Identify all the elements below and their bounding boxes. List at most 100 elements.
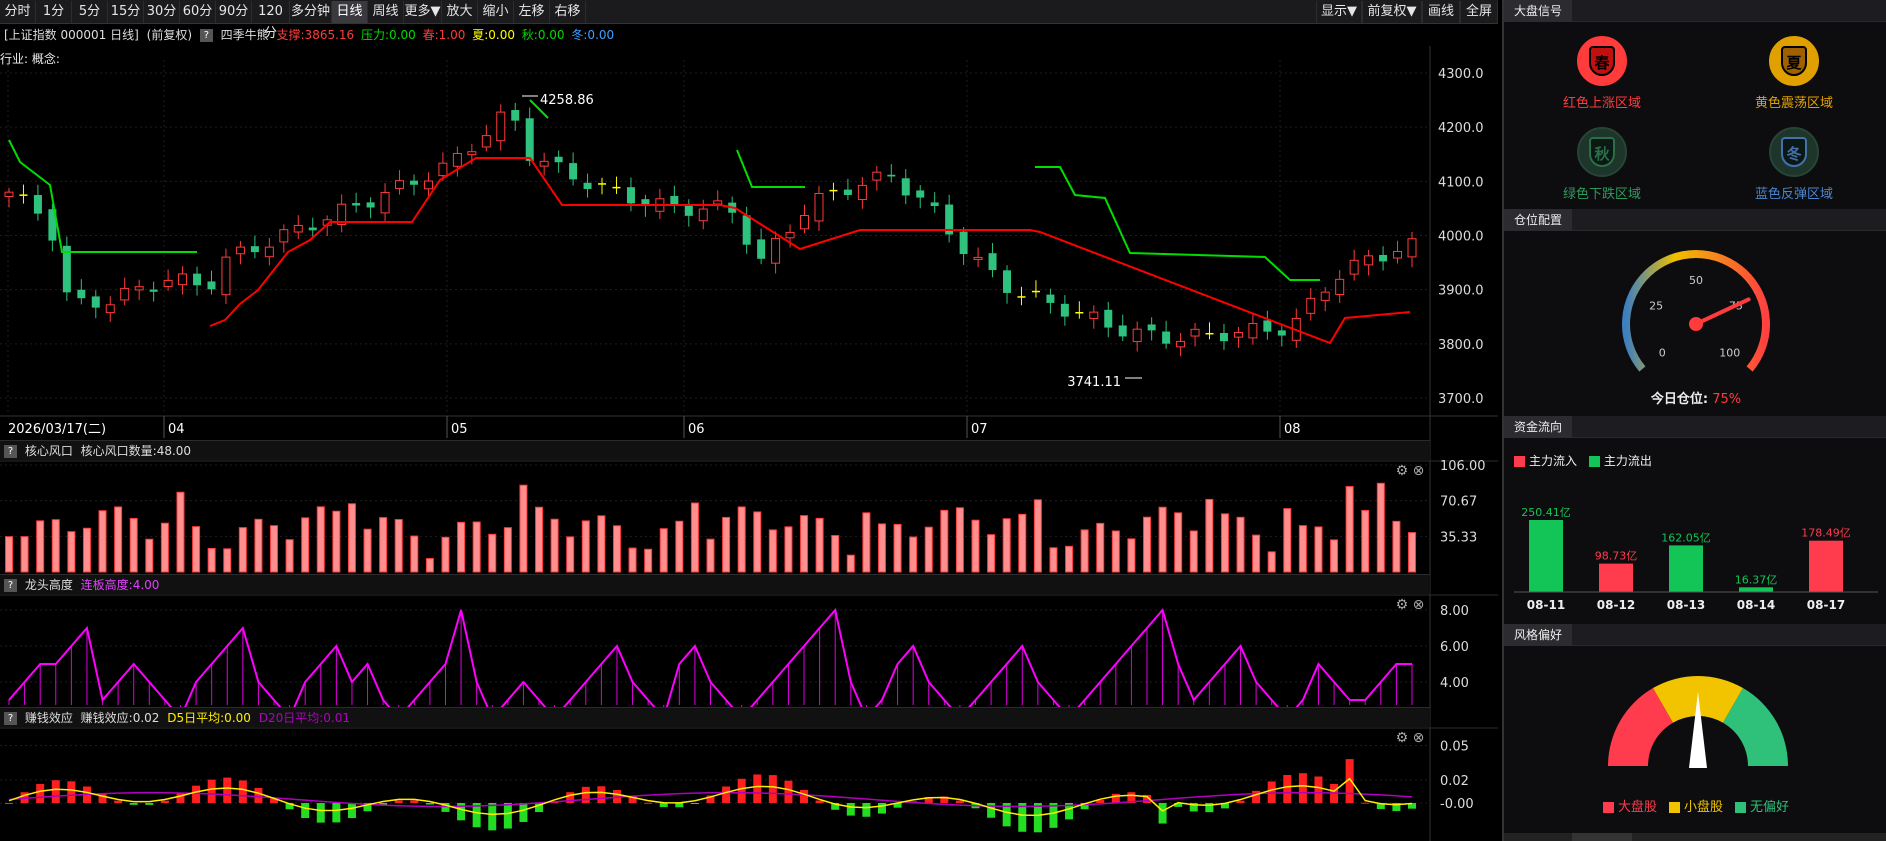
price-tick-label: 4300.0 xyxy=(1438,67,1484,82)
candle-body xyxy=(91,296,100,308)
core-bar xyxy=(924,526,933,573)
money-value: 赚钱效应:0.02 xyxy=(80,711,160,725)
core-title: 核心风口 xyxy=(24,444,73,458)
candle-body xyxy=(525,118,534,161)
toolbar-right-button[interactable]: 前复权▼ xyxy=(1362,1,1422,23)
candle-body xyxy=(973,256,983,260)
money-bar xyxy=(862,803,871,817)
period-button[interactable]: 日线 xyxy=(332,1,368,23)
period-button[interactable]: 右移 xyxy=(550,1,586,23)
candle-body xyxy=(771,237,781,264)
outflow-swatch xyxy=(1588,456,1600,467)
outflow-label: 主力流出 xyxy=(1603,454,1652,468)
month-label: 07 xyxy=(971,422,988,437)
period-button[interactable]: 5分 xyxy=(72,1,108,23)
style-section-title: 风格偏好 xyxy=(1504,624,1886,646)
period-button[interactable]: 缩小 xyxy=(478,1,514,23)
flow-value: 162.05亿 xyxy=(1661,531,1711,544)
period-button[interactable]: 60分 xyxy=(180,1,216,23)
money-bar xyxy=(581,786,590,803)
month-label: 06 xyxy=(688,422,705,437)
signal-section-title: 大盘信号 xyxy=(1504,0,1886,22)
core-bar xyxy=(1174,512,1183,573)
core-bar xyxy=(5,536,13,573)
money-bar xyxy=(1314,776,1323,803)
candle-body xyxy=(1031,290,1040,293)
period-button[interactable]: 90分 xyxy=(216,1,252,23)
period-button[interactable]: 1分 xyxy=(36,1,72,23)
toolbar-right-button[interactable]: 画线 xyxy=(1422,1,1460,23)
core-bar xyxy=(160,522,169,573)
core-bar xyxy=(394,519,403,573)
core-bar xyxy=(753,511,762,573)
period-button[interactable]: 30分 xyxy=(144,1,180,23)
toolbar-right-button[interactable]: 全屏 xyxy=(1460,1,1498,23)
panel-controls: ⚙ ⊗ xyxy=(1390,728,1430,748)
core-bar xyxy=(441,536,450,573)
flow-value: 250.41亿 xyxy=(1521,506,1571,519)
money-bar xyxy=(1236,800,1245,803)
dragon-value: 连板高度:4.00 xyxy=(80,578,160,592)
gear-icon[interactable]: ⚙ xyxy=(1396,463,1409,479)
period-button[interactable]: 分时 xyxy=(0,1,36,23)
help-icon[interactable]: ? xyxy=(4,445,17,458)
money-bar xyxy=(301,803,310,818)
money-bar xyxy=(800,789,809,803)
close-icon[interactable]: ⊗ xyxy=(1413,730,1425,746)
indicator-name: 四季牛熊 xyxy=(220,28,269,42)
period-button[interactable]: 多分钟 xyxy=(290,1,332,23)
autumn-value: 秋:0.00 xyxy=(521,28,565,42)
money-bar xyxy=(332,803,341,823)
candle-body xyxy=(1320,291,1330,301)
close-icon[interactable]: ⊗ xyxy=(1413,463,1425,479)
core-bar xyxy=(254,518,263,573)
period-button[interactable]: 更多▼ xyxy=(404,1,442,23)
candle-body xyxy=(539,160,549,167)
core-bar xyxy=(1283,508,1292,573)
period-button[interactable]: 15分 xyxy=(108,1,144,23)
candle-body xyxy=(235,246,245,255)
period-button[interactable]: 周线 xyxy=(368,1,404,23)
money-bar xyxy=(1252,790,1261,803)
gear-icon[interactable]: ⚙ xyxy=(1396,730,1409,746)
candle-body xyxy=(207,281,216,290)
help-icon[interactable]: ? xyxy=(4,579,17,592)
core-bar xyxy=(737,506,746,573)
candle-body xyxy=(1263,320,1272,332)
period-button[interactable]: 放大 xyxy=(442,1,478,23)
candle-body xyxy=(221,256,231,296)
dragon-series xyxy=(8,607,1413,721)
candle-body xyxy=(742,215,751,245)
candle-body xyxy=(684,204,693,216)
money-bar xyxy=(503,803,512,829)
price-tick-label: 4000.0 xyxy=(1438,230,1484,245)
gear-icon[interactable]: ⚙ xyxy=(1396,597,1409,613)
candle-body xyxy=(916,190,925,198)
flow-bar xyxy=(1599,563,1633,592)
core-tick-label: 70.67 xyxy=(1440,495,1477,510)
candle-body xyxy=(279,229,289,243)
close-icon[interactable]: ⊗ xyxy=(1413,597,1425,613)
candle-body xyxy=(19,194,28,196)
toolbar-right-button[interactable]: 显示▼ xyxy=(1316,1,1362,23)
help-icon[interactable]: ? xyxy=(4,712,17,725)
style-gauge xyxy=(1608,676,1788,768)
candle-body xyxy=(612,186,621,189)
gauge-tick-label: 25 xyxy=(1649,299,1663,312)
money-bar xyxy=(768,775,777,803)
money-bar xyxy=(114,800,123,803)
candle-body xyxy=(1233,331,1243,338)
core-bar xyxy=(1002,518,1011,573)
period-button[interactable]: 左移 xyxy=(514,1,550,23)
candle-body xyxy=(1147,324,1156,331)
money-bar xyxy=(987,803,996,818)
core-bar xyxy=(722,516,731,573)
period-button[interactable]: 120分 xyxy=(252,1,290,41)
low-price-label: 3741.11 xyxy=(1067,375,1121,390)
money-bar xyxy=(238,780,247,803)
help-icon[interactable]: ? xyxy=(199,29,213,42)
season-icon: 秋 xyxy=(1577,127,1627,177)
candle-body xyxy=(33,195,42,214)
flow-title: 资金流向 xyxy=(1504,416,1573,438)
core-bar xyxy=(1096,522,1105,573)
